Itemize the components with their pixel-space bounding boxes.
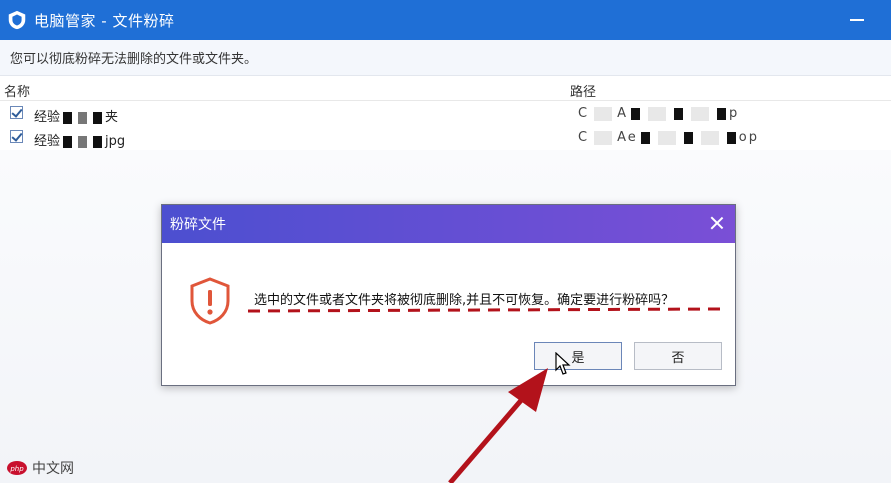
table-row[interactable]: 经验夹 CAp (0, 102, 891, 126)
row-checkbox[interactable] (10, 130, 23, 143)
file-path: CAp (578, 106, 740, 121)
file-name: 经验夹 (34, 110, 119, 125)
dialog-title: 粉碎文件 (170, 217, 226, 233)
no-button-label: 否 (671, 350, 685, 366)
yes-button-label: 是 (571, 350, 585, 366)
no-button[interactable]: 否 (634, 342, 722, 370)
table-row[interactable]: 经验 jpg C Ae op (0, 126, 891, 150)
file-name: 经验 jpg (34, 134, 126, 149)
file-path: C Ae op (578, 130, 759, 145)
table-header: 名称 路径 (0, 78, 891, 101)
window-title: 电脑管家 - 文件粉碎 (34, 11, 175, 30)
red-dashed-underline (247, 307, 721, 313)
watermark-text: 中文网 (32, 461, 74, 477)
minimize-button[interactable] (847, 8, 867, 28)
column-header-name[interactable]: 名称 (4, 81, 30, 100)
svg-text:php: php (9, 465, 24, 473)
dialog-header: 粉碎文件 (162, 205, 735, 243)
shred-confirm-dialog: 粉碎文件 选中的文件或者文件夹将被彻底删除,并且不可恢复。确定要进行粉碎吗？ 是… (161, 204, 736, 386)
title-bar: 电脑管家 - 文件粉碎 (0, 0, 891, 40)
column-header-path[interactable]: 路径 (570, 81, 596, 100)
info-bar: 您可以彻底粉碎无法删除的文件或文件夹。 (0, 40, 891, 76)
watermark: php 中文网 (6, 458, 74, 478)
warning-shield-icon (190, 277, 230, 325)
info-text: 您可以彻底粉碎无法删除的文件或文件夹。 (10, 52, 258, 67)
pc-manager-logo-icon (8, 10, 26, 30)
php-logo-icon: php (7, 461, 27, 475)
red-arrow-annotation (448, 368, 548, 483)
close-icon[interactable] (707, 213, 727, 233)
row-checkbox[interactable] (10, 106, 23, 119)
